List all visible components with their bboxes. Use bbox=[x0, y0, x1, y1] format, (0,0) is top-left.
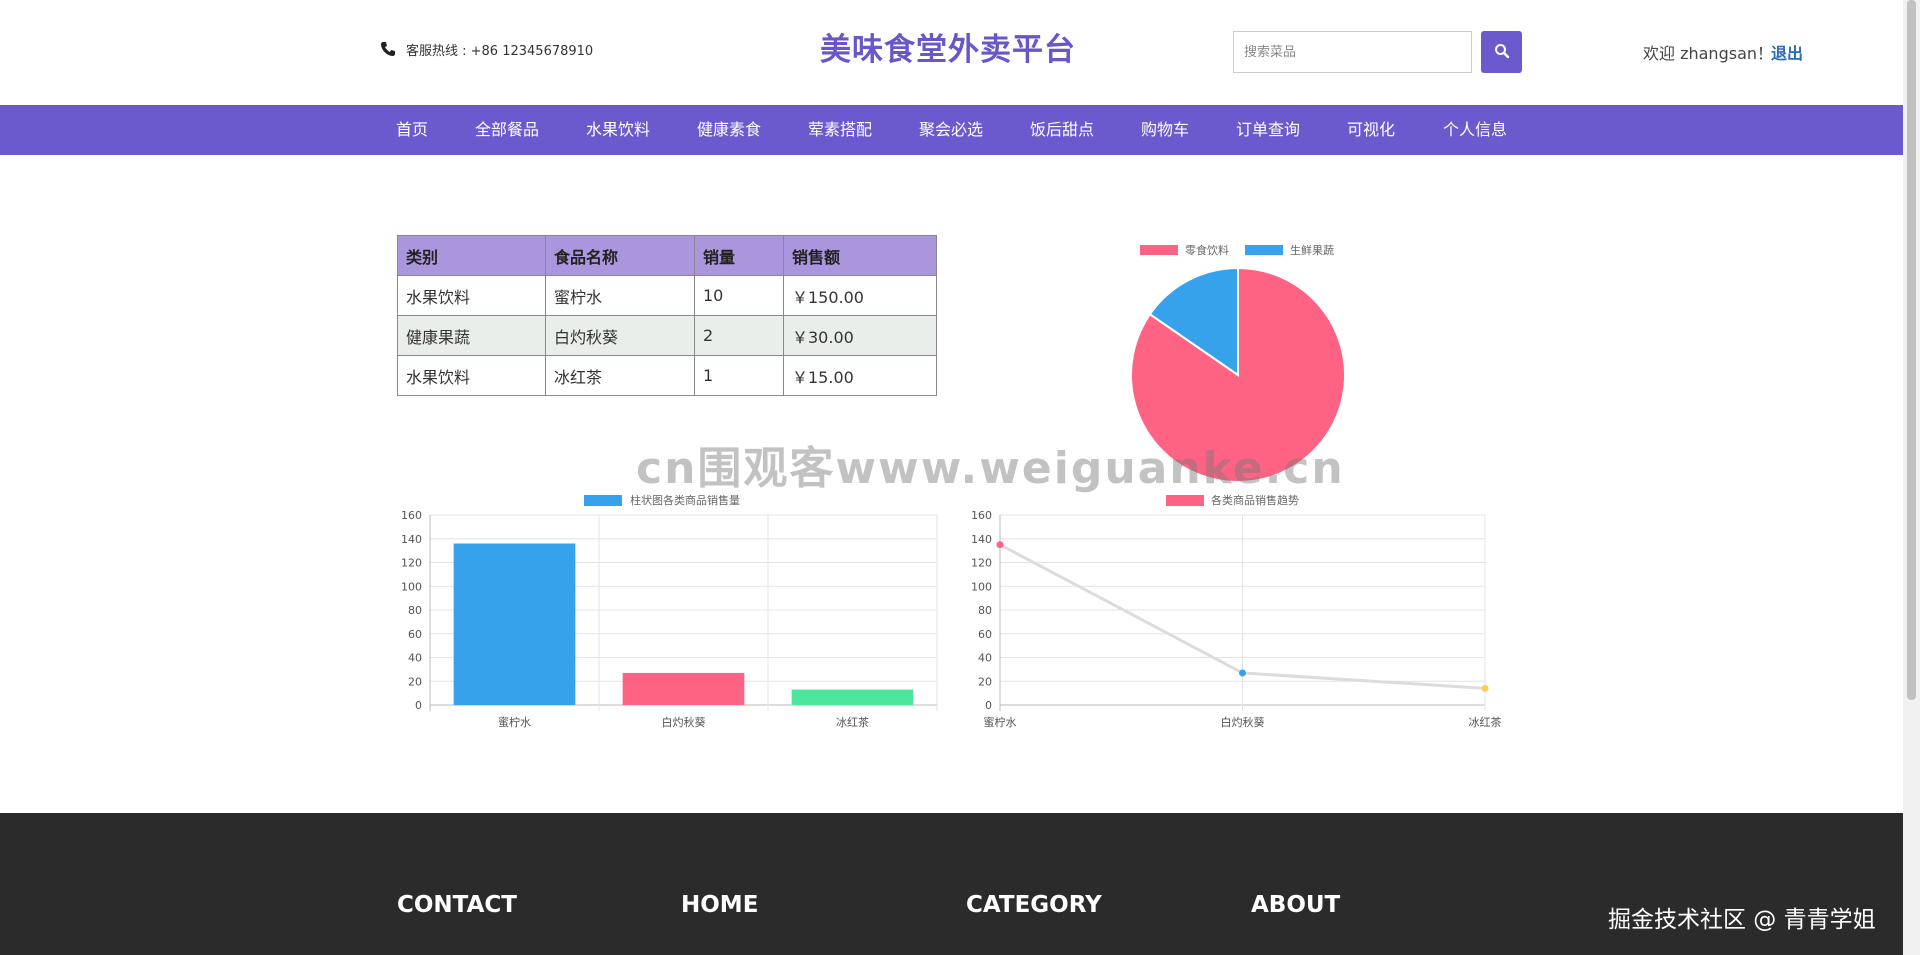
y-tick-label: 140 bbox=[971, 533, 992, 546]
site-title[interactable]: 美味食堂外卖平台 bbox=[820, 24, 1076, 69]
x-tick-label: 白灼秋葵 bbox=[1221, 715, 1265, 729]
y-tick-label: 120 bbox=[401, 557, 422, 570]
table-cell: ￥30.00 bbox=[783, 315, 937, 356]
y-tick-label: 100 bbox=[971, 580, 992, 593]
table-header: 销售额 bbox=[783, 235, 937, 276]
y-tick-label: 0 bbox=[985, 699, 992, 712]
y-tick-label: 0 bbox=[415, 699, 422, 712]
y-tick-label: 80 bbox=[978, 604, 992, 617]
legend-swatch bbox=[1140, 245, 1178, 255]
nav-item-visualization[interactable]: 可视化 bbox=[1347, 105, 1395, 155]
table-header: 销量 bbox=[694, 235, 784, 276]
table-row: 水果饮料 冰红茶 1 ￥15.00 bbox=[397, 355, 937, 396]
y-tick-label: 40 bbox=[978, 652, 992, 665]
table-cell: 白灼秋葵 bbox=[545, 315, 695, 356]
table-cell: 1 bbox=[694, 355, 784, 396]
nav-item-orders[interactable]: 订单查询 bbox=[1236, 105, 1300, 155]
x-tick-label: 冰红茶 bbox=[1469, 716, 1502, 729]
watermark: cn围观客www.weiguanke.cn bbox=[636, 443, 1345, 494]
data-point bbox=[996, 541, 1004, 549]
y-tick-label: 160 bbox=[401, 509, 422, 522]
y-tick-label: 140 bbox=[401, 533, 422, 546]
legend-swatch bbox=[1245, 245, 1283, 255]
data-point bbox=[1239, 669, 1246, 677]
nav-item-cart[interactable]: 购物车 bbox=[1141, 105, 1189, 155]
table-cell: 水果饮料 bbox=[397, 355, 546, 396]
bar bbox=[622, 672, 745, 705]
footer-heading-home: HOME bbox=[681, 892, 759, 918]
welcome-text: 欢迎 zhangsan！ bbox=[1643, 44, 1774, 63]
table-row: 水果饮料 蜜柠水 10 ￥150.00 bbox=[397, 275, 937, 316]
data-point bbox=[1481, 684, 1489, 692]
hotline-text: 客服热线 : +86 12345678910 bbox=[406, 44, 594, 59]
bar-chart: 柱状图各类商品销售量020406080100120140160蜜柠水 白灼秋葵 冰红… bbox=[401, 493, 938, 729]
table-header: 食品名称 bbox=[545, 235, 695, 276]
main-nav: 首页 全部餐品 水果饮料 健康素食 荤素搭配 聚会必选 饭后甜点 购物车 订单查… bbox=[0, 105, 1903, 155]
table-cell: ￥15.00 bbox=[783, 355, 937, 396]
nav-item-home[interactable]: 首页 bbox=[396, 105, 428, 155]
y-tick-label: 100 bbox=[401, 580, 422, 593]
nav-item-all-meals[interactable]: 全部餐品 bbox=[475, 105, 539, 155]
y-tick-label: 80 bbox=[408, 604, 422, 617]
legend-label: 零食饮料 bbox=[1185, 243, 1229, 257]
page: 客服热线 : +86 12345678910 美味食堂外卖平台 欢迎 zhang… bbox=[0, 0, 1920, 955]
table-header: 类别 bbox=[397, 235, 546, 276]
x-tick-label: 白灼秋葵 bbox=[662, 715, 706, 729]
footer-heading-contact: CONTACT bbox=[397, 892, 517, 918]
x-tick-label: 冰红茶 bbox=[836, 716, 869, 729]
line-chart: 各类商品销售趋势020406080100120140160蜜柠水 白灼秋葵 冰红茶 bbox=[971, 493, 1502, 729]
nav-item-profile[interactable]: 个人信息 bbox=[1443, 105, 1507, 155]
y-tick-label: 160 bbox=[971, 509, 992, 522]
search-icon bbox=[1494, 43, 1510, 62]
phone-icon bbox=[380, 41, 398, 59]
search-button[interactable] bbox=[1481, 31, 1522, 73]
nav-item-fruit-drinks[interactable]: 水果饮料 bbox=[586, 105, 650, 155]
table-cell: ￥150.00 bbox=[783, 275, 937, 316]
nav-item-healthy-veg[interactable]: 健康素食 bbox=[697, 105, 761, 155]
x-tick-label: 蜜柠水 bbox=[498, 715, 531, 729]
y-tick-label: 60 bbox=[408, 628, 422, 641]
legend-swatch bbox=[1166, 495, 1204, 506]
scrollbar-thumb[interactable] bbox=[1907, 0, 1916, 700]
nav-item-combo[interactable]: 荤素搭配 bbox=[808, 105, 872, 155]
table-cell: 水果饮料 bbox=[397, 275, 546, 316]
search-input[interactable] bbox=[1233, 31, 1472, 73]
y-tick-label: 40 bbox=[408, 652, 422, 665]
table-cell: 冰红茶 bbox=[545, 355, 695, 396]
legend-label: 生鲜果蔬 bbox=[1290, 243, 1334, 257]
bar bbox=[453, 543, 576, 705]
table-cell: 2 bbox=[694, 315, 784, 356]
hotline: 客服热线 : +86 12345678910 bbox=[380, 40, 593, 59]
footer-heading-category: CATEGORY bbox=[966, 892, 1102, 918]
logout-link[interactable]: 退出 bbox=[1771, 40, 1803, 64]
table-header-row: 类别 食品名称 销量 销售额 bbox=[397, 235, 937, 276]
table-row: 健康果蔬 白灼秋葵 2 ￥30.00 bbox=[397, 315, 937, 356]
nav-item-dessert[interactable]: 饭后甜点 bbox=[1030, 105, 1094, 155]
bar bbox=[791, 689, 914, 705]
footer-credit: 掘金技术社区 @ 青青学姐 bbox=[1608, 907, 1876, 933]
table-cell: 蜜柠水 bbox=[545, 275, 695, 316]
nav-item-party[interactable]: 聚会必选 bbox=[919, 105, 983, 155]
legend-swatch bbox=[584, 495, 622, 506]
table-cell: 健康果蔬 bbox=[397, 315, 546, 356]
page-scrollbar[interactable] bbox=[1903, 0, 1920, 955]
header: 客服热线 : +86 12345678910 美味食堂外卖平台 欢迎 zhang… bbox=[0, 0, 1903, 105]
y-tick-label: 120 bbox=[971, 557, 992, 570]
y-tick-label: 20 bbox=[978, 675, 992, 688]
table-cell: 10 bbox=[694, 275, 784, 316]
y-tick-label: 60 bbox=[978, 628, 992, 641]
x-tick-label: 蜜柠水 bbox=[984, 715, 1017, 729]
sales-table: 类别 食品名称 销量 销售额 水果饮料 蜜柠水 10 ￥150.00 健康果蔬 … bbox=[397, 235, 937, 396]
footer-heading-about: ABOUT bbox=[1251, 892, 1341, 918]
y-tick-label: 20 bbox=[408, 675, 422, 688]
